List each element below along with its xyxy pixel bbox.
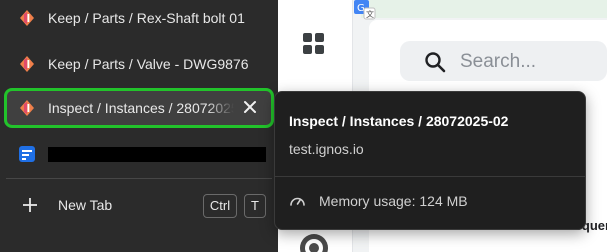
svg-text:文: 文 [366,9,374,19]
plus-icon [23,198,37,212]
tab-hover-card: Inspect / Instances / 28072025-02 test.i… [274,91,586,230]
shortcut-key-t: T [244,194,266,218]
ignos-icon [20,56,34,72]
gauge-icon [290,197,305,206]
header-strip [361,0,607,18]
tab-rex-shaft-bolt[interactable]: Keep / Parts / Rex-Shaft bolt 01 [6,0,272,36]
search-placeholder: Search... [460,51,537,72]
new-tab-label: New Tab [58,197,113,213]
tab-inspect-instances[interactable]: Inspect / Instances / 28072025-02 [4,88,274,128]
vertical-tabs-panel: Keep / Parts / Rex-Shaft bolt 01 Keep / … [0,0,278,252]
tab-title: Keep / Parts / Valve - DWG9876 [48,56,249,72]
tab-title: Keep / Parts / Rex-Shaft bolt 01 [48,10,245,26]
tab-redacted[interactable] [6,136,272,172]
close-icon[interactable] [242,99,258,115]
ignos-icon [20,100,34,116]
memory-usage: Memory usage: 124 MB [319,193,468,209]
divider [275,176,585,177]
hover-card-url: test.ignos.io [289,141,364,157]
new-tab-button[interactable]: New Tab Ctrl T [6,189,272,221]
blue-app-icon [19,146,35,162]
tab-title: Inspect / Instances / 28072025-02 [48,100,234,116]
tab-valve-dwg[interactable]: Keep / Parts / Valve - DWG9876 [6,46,272,82]
shortcut-key-ctrl: Ctrl [203,194,237,218]
divider [6,178,272,179]
apps-grid-icon[interactable] [303,33,325,55]
ignos-icon [20,10,34,26]
translate-icon[interactable]: G 文 [352,0,376,20]
search-icon [425,52,446,73]
hover-card-title: Inspect / Instances / 28072025-02 [289,113,509,129]
redacted-title [48,147,266,162]
